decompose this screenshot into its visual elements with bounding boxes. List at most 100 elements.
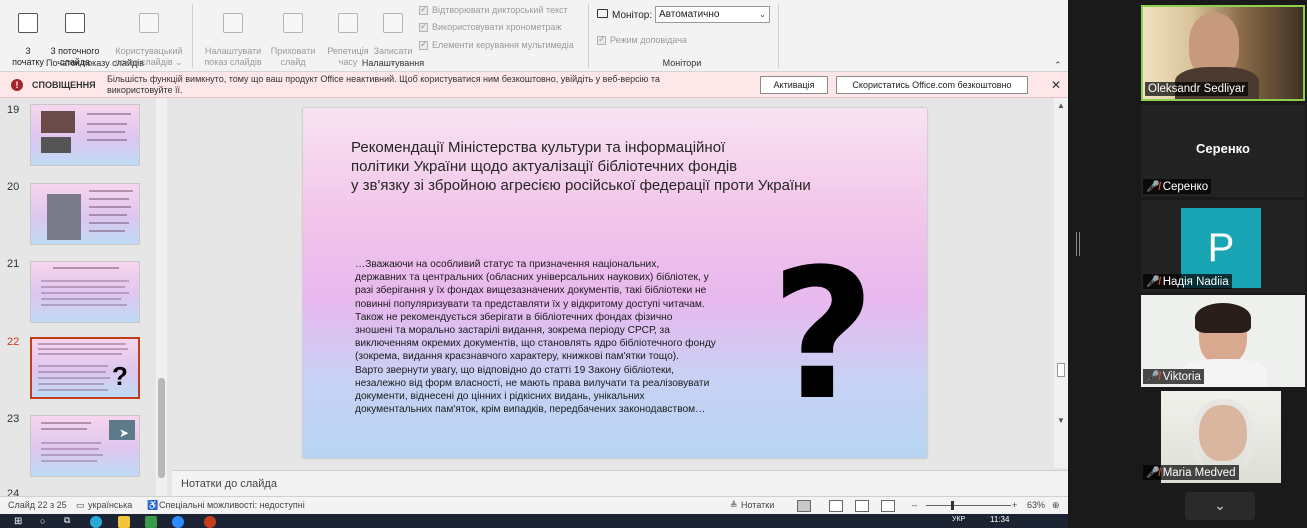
thumbnail-number: 21	[7, 258, 20, 270]
slide-title[interactable]: Рекомендації Міністерства культури та ін…	[351, 138, 891, 195]
zoom-level[interactable]: 63%	[1027, 500, 1045, 510]
participant-tile[interactable]: 🎤̸ Maria Medved	[1141, 391, 1305, 483]
participant-name: 🎤̸ Viktoria	[1143, 369, 1204, 384]
thumbnail-line	[41, 448, 99, 450]
close-icon[interactable]: ✕	[1051, 78, 1061, 92]
spellcheck-icon[interactable]: ▭	[76, 500, 85, 511]
monitor-icon	[597, 9, 608, 18]
scroll-up-icon[interactable]: ▲	[1057, 101, 1065, 110]
thumbnail-line	[87, 123, 127, 125]
notes-icon: ≜	[730, 500, 738, 510]
zoom-slider[interactable]	[926, 505, 1011, 506]
current-slide[interactable]: Рекомендації Міністерства культури та ін…	[303, 108, 927, 458]
muted-microphone-icon: 🎤̸	[1146, 371, 1160, 383]
search-icon[interactable]: ○	[40, 516, 45, 526]
muted-microphone-icon: 🎤̸	[1146, 276, 1160, 288]
slide-thumbnail-19[interactable]	[30, 104, 140, 166]
slide-thumbnail-21[interactable]	[30, 261, 140, 323]
task-view-icon[interactable]: ⧉	[64, 515, 70, 526]
scroll-down-icon[interactable]: ▼	[1057, 416, 1065, 425]
thumbnail-line	[53, 267, 119, 269]
slide-sorter-button[interactable]	[829, 500, 843, 512]
normal-view-button[interactable]	[797, 500, 811, 512]
checkbox-icon	[419, 39, 428, 50]
checkbox-icon	[419, 4, 428, 15]
record-icon	[383, 13, 403, 33]
thumbnail-image	[47, 194, 81, 240]
ribbon: 3 початку 3 поточного слайда Користуваць…	[0, 0, 1068, 72]
thumbnail-line	[41, 286, 125, 288]
thumbnail-line	[87, 139, 127, 141]
zoom-out-icon[interactable]: –	[912, 500, 917, 510]
editor-scrollbar[interactable]: ▲ ▼	[1054, 98, 1068, 468]
scrollbar-thumb[interactable]	[158, 378, 165, 478]
clock[interactable]: 11:34	[990, 515, 1009, 524]
slide-thumbnail-23[interactable]: ➤	[30, 415, 140, 477]
monitor-value: Автоматично	[659, 9, 720, 20]
thumbnail-line	[38, 383, 104, 385]
resize-handle[interactable]	[1076, 232, 1080, 256]
thumbnail-scrollbar[interactable]	[156, 98, 167, 496]
slide-thumbnail-22[interactable]: ?	[30, 337, 140, 399]
fit-to-window-icon[interactable]: ⊕	[1052, 500, 1060, 511]
participant-tile[interactable]: 🎤̸ Viktoria	[1141, 295, 1305, 387]
participant-tile[interactable]: Oleksandr Sedliyar	[1141, 5, 1305, 101]
language-label[interactable]: українська	[88, 500, 132, 510]
zoom-in-icon[interactable]: +	[1012, 500, 1017, 510]
chevron-down-icon: ⌄	[759, 10, 766, 19]
narrations-label: Відтворювати дикторський текст	[432, 5, 568, 15]
question-mark-icon: ?	[770, 231, 876, 440]
ribbon-divider	[588, 4, 589, 68]
windows-start-icon[interactable]: ⊞	[14, 516, 22, 527]
thumbnail-line	[38, 353, 122, 355]
slide-thumbnail-20[interactable]	[30, 183, 140, 245]
chevron-down-icon[interactable]: ⌄	[1185, 492, 1255, 520]
notes-button[interactable]: Нотатки	[741, 500, 774, 510]
powerpoint-app-icon[interactable]	[204, 516, 216, 528]
presenter-view-label: Режим доповідача	[610, 35, 687, 45]
edge-browser-icon[interactable]	[90, 516, 102, 528]
use-office-com-button[interactable]: Скористатись Office.com безкоштовно	[836, 76, 1028, 94]
thumbnail-number: 20	[7, 181, 20, 193]
presentation-icon	[65, 13, 85, 33]
zoom-slider-knob[interactable]	[951, 501, 954, 510]
slide-body-text[interactable]: …Зважаючи на особливий статус та признач…	[355, 258, 755, 416]
notification-title: СПОВІЩЕННЯ	[32, 80, 96, 90]
participant-name: 🎤̸ Серенко	[1143, 179, 1212, 194]
scrollbar-thumb[interactable]	[1057, 363, 1065, 377]
thumbnail-line	[38, 389, 108, 391]
thumbnail-line	[89, 214, 127, 216]
thumbnail-line	[87, 113, 131, 115]
participant-tile[interactable]: P 🎤̸ Надія Nadiia	[1141, 200, 1305, 292]
slide-counter: Слайд 22 з 25	[8, 500, 67, 510]
reading-view-button[interactable]	[855, 500, 869, 512]
app-icon[interactable]	[145, 516, 157, 528]
slideshow-button[interactable]	[881, 500, 895, 512]
keyboard-language[interactable]: УКР	[952, 516, 965, 523]
thumbnail-line	[41, 280, 129, 282]
participant-name: 🎤̸ Надія Nadiia	[1143, 274, 1232, 289]
accessibility-icon: ♿	[147, 500, 159, 510]
notes-pane[interactable]: Нотатки до слайда	[172, 470, 1068, 496]
powerpoint-window: 3 початку 3 поточного слайда Користуваць…	[0, 0, 1068, 528]
narrations-checkbox[interactable]: Відтворювати дикторський текст	[419, 4, 568, 15]
participant-name: Oleksandr Sedliyar	[1145, 82, 1249, 96]
collapse-ribbon-icon[interactable]: ⌃	[1054, 60, 1062, 71]
thumbnail-line	[41, 292, 129, 294]
activate-button[interactable]: Активація	[760, 76, 828, 94]
monitor-select[interactable]: Автоматично ⌄	[655, 6, 770, 23]
thumbnail-number: 24	[7, 488, 20, 496]
zoom-app-icon[interactable]	[172, 516, 184, 528]
file-explorer-icon[interactable]	[118, 516, 130, 528]
accessibility-status[interactable]: Спеціальні можливості: недоступні	[159, 500, 305, 510]
muted-microphone-icon: 🎤̸	[1146, 181, 1160, 193]
media-controls-checkbox[interactable]: Елементи керування мультимедіа	[419, 39, 574, 50]
timings-checkbox[interactable]: Використовувати хронометраж	[419, 21, 561, 32]
notification-text: Більшість функцій вимкнуто, тому що ваш …	[107, 74, 660, 95]
presenter-view-checkbox[interactable]: Режим доповідача	[597, 34, 687, 45]
thumbnail-line	[89, 230, 125, 232]
play-icon	[18, 13, 38, 33]
slide-editor: Рекомендації Міністерства культури та ін…	[172, 98, 1054, 468]
question-mark-icon: ?	[112, 361, 128, 391]
participant-tile[interactable]: Серенко 🎤̸ Серенко	[1141, 105, 1305, 197]
